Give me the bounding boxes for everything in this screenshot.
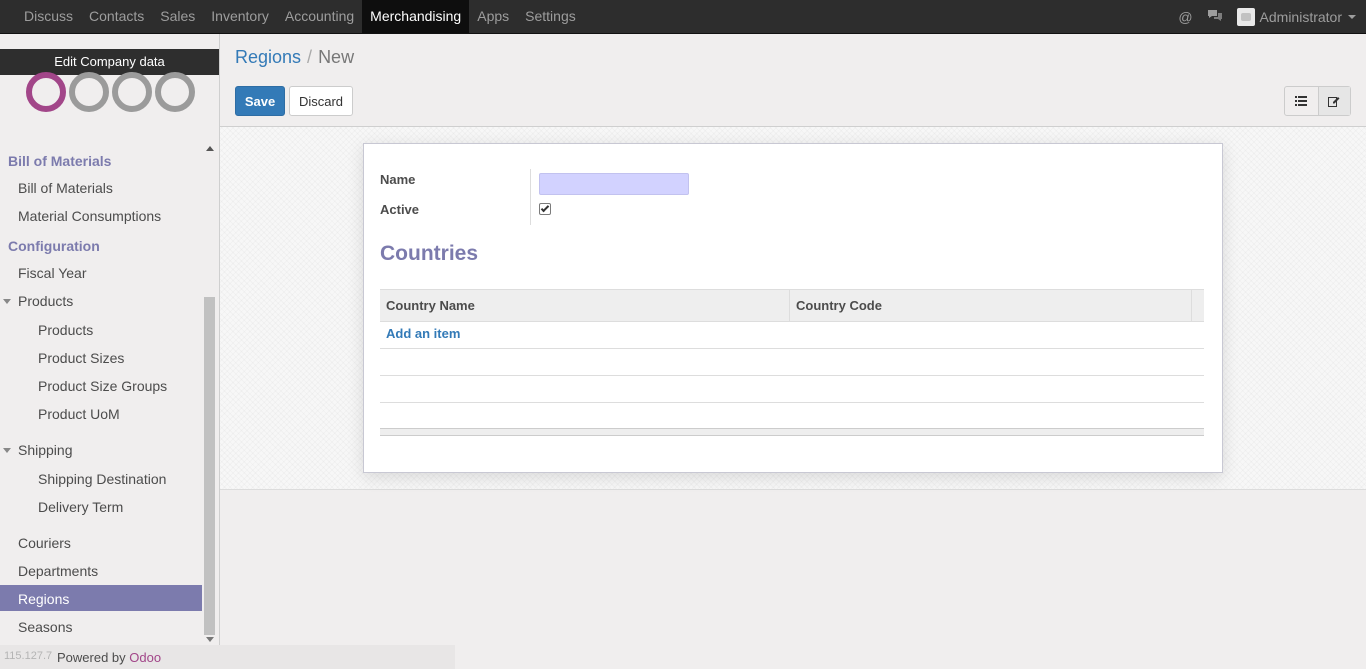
sidebar: Edit Company data Bill of Materials Bill… [0,34,220,669]
powered-by: Powered by Odoo [57,650,161,665]
sidebar-item-seasons[interactable]: Seasons [18,619,72,635]
sidebar-item-product-size-groups[interactable]: Product Size Groups [38,378,167,394]
logo-ring [26,72,66,112]
active-checkbox[interactable] [539,203,551,215]
menu-accounting[interactable]: Accounting [277,0,362,33]
sidebar-item-product-sizes[interactable]: Product Sizes [38,350,124,366]
at-icon[interactable]: @ [1178,9,1192,25]
form-view-edit-icon[interactable] [1317,87,1350,115]
top-navbar: Discuss Contacts Sales Inventory Account… [0,0,1366,34]
expand-triangle-icon[interactable] [3,299,11,304]
breadcrumb-regions[interactable]: Regions [235,47,301,67]
table-row [380,348,1204,375]
form-background: Name Active Countries Country Name Count… [220,127,1366,490]
logo-ring [155,72,195,112]
table-row [380,402,1204,428]
topbar-right: @ Administrator [1178,0,1356,33]
breadcrumb-current: New [318,47,355,67]
column-country-name[interactable]: Country Name [380,290,790,321]
sidebar-item-products[interactable]: Products [38,322,93,338]
chat-icon[interactable] [1207,9,1223,25]
sidebar-header-configuration: Configuration [8,238,100,254]
countries-section-title: Countries [380,242,479,265]
scroll-up-arrow-icon[interactable] [206,146,214,151]
name-label: Name [380,172,416,187]
sidebar-item-shipping-destination[interactable]: Shipping Destination [38,471,166,487]
menu-apps[interactable]: Apps [469,0,517,33]
countries-table: Country Name Country Code Add an item [380,289,1204,436]
avatar-camera-icon [1240,12,1251,21]
sidebar-item-delivery-term[interactable]: Delivery Term [38,499,123,515]
chevron-down-icon [1348,14,1356,19]
label-separator [530,169,531,225]
menu-sales[interactable]: Sales [152,0,203,33]
checkmark-icon [540,203,550,213]
table-header: Country Name Country Code [380,289,1204,321]
add-item-link[interactable]: Add an item [386,326,460,341]
breadcrumb-separator: / [307,47,313,67]
logo-ring [112,72,152,112]
sidebar-item-couriers[interactable]: Couriers [18,535,71,551]
menu-inventory[interactable]: Inventory [203,0,277,33]
sidebar-item-departments[interactable]: Departments [18,563,98,579]
status-url: 115.127.7 [4,650,53,662]
menu-settings[interactable]: Settings [517,0,584,33]
list-view-icon[interactable] [1285,87,1318,115]
expand-triangle-icon[interactable] [3,448,11,453]
sidebar-header-bom: Bill of Materials [8,153,112,169]
app-menu: Discuss Contacts Sales Inventory Account… [16,0,584,33]
menu-merchandising[interactable]: Merchandising [362,0,470,33]
table-row [380,375,1204,402]
discard-button[interactable]: Discard [289,86,353,116]
form-sheet: Name Active Countries Country Name Count… [363,143,1223,473]
sidebar-item-regions-label: Regions [18,591,70,607]
sidebar-item-material-consumptions[interactable]: Material Consumptions [18,208,161,224]
menu-discuss[interactable]: Discuss [16,0,81,33]
save-button[interactable]: Save [235,86,285,116]
sidebar-item-product-uom[interactable]: Product UoM [38,406,120,422]
sidebar-item-fiscal-year[interactable]: Fiscal Year [18,265,86,281]
avatar[interactable] [1236,7,1255,26]
sidebar-item-bill-of-materials[interactable]: Bill of Materials [18,180,113,196]
column-country-code[interactable]: Country Code [790,290,1192,321]
scroll-down-arrow-icon[interactable] [206,637,214,642]
sidebar-scrollbar[interactable] [203,134,216,642]
powered-by-label: Powered by [57,650,126,665]
name-field[interactable] [539,173,689,195]
company-logo [26,72,198,112]
view-switcher [1284,86,1351,116]
scroll-thumb[interactable] [204,297,215,635]
odoo-link[interactable]: Odoo [129,650,161,665]
table-row: Add an item [380,321,1204,348]
main-content: Regions / New Save Discard Name Active Cou… [220,34,1366,669]
sidebar-item-products-group[interactable]: Products [18,293,73,309]
breadcrumb: Regions / New [235,47,354,68]
active-label: Active [380,202,420,217]
sidebar-item-shipping-group[interactable]: Shipping [18,442,73,458]
user-menu[interactable]: Administrator [1260,9,1342,25]
table-footer [380,428,1204,436]
logo-ring [69,72,109,112]
menu-contacts[interactable]: Contacts [81,0,152,33]
